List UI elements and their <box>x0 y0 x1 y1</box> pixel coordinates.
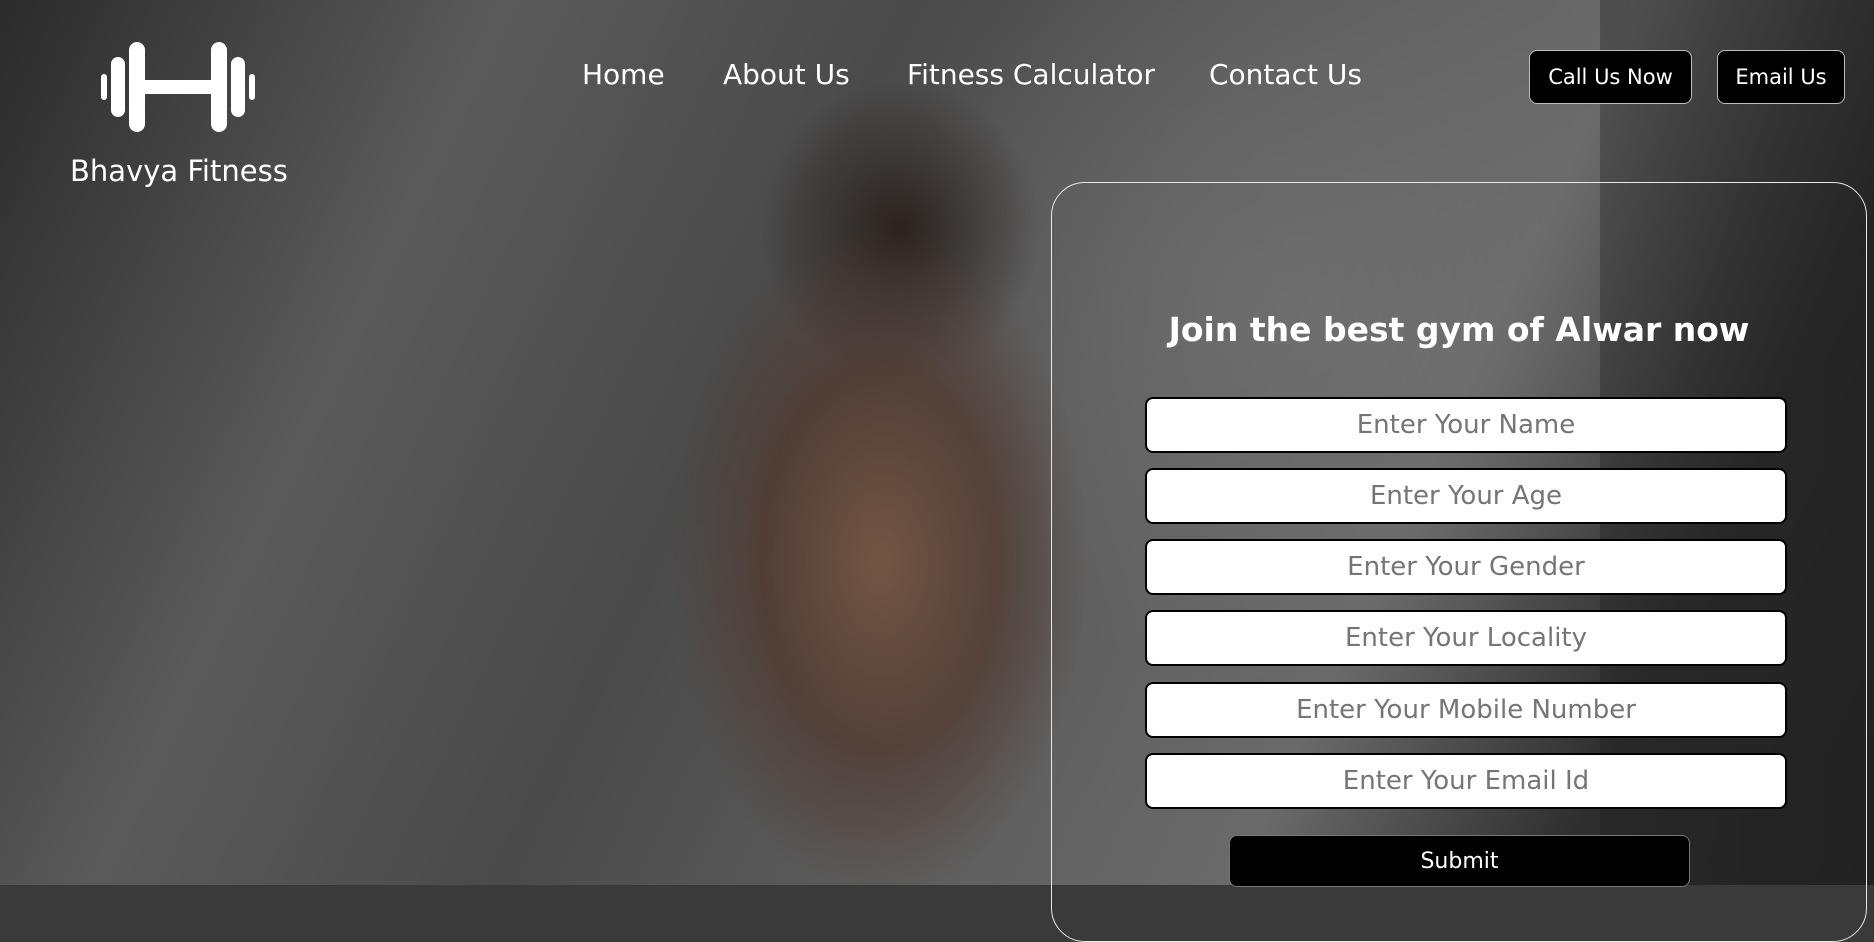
call-us-now-button[interactable]: Call Us Now <box>1529 50 1692 104</box>
gender-input[interactable] <box>1145 539 1787 595</box>
name-input[interactable] <box>1145 397 1787 453</box>
age-input[interactable] <box>1145 468 1787 524</box>
locality-input[interactable] <box>1145 610 1787 666</box>
mobile-number-input[interactable] <box>1145 682 1787 738</box>
email-us-button[interactable]: Email Us <box>1717 50 1845 104</box>
nav-link-contact-us[interactable]: Contact Us <box>1209 58 1362 91</box>
submit-button[interactable]: Submit <box>1229 835 1690 887</box>
email-id-input[interactable] <box>1145 753 1787 809</box>
nav-link-home[interactable]: Home <box>582 58 665 91</box>
brand-name: Bhavya Fitness <box>70 154 288 188</box>
nav-link-about-us[interactable]: About Us <box>723 58 850 91</box>
form-title: Join the best gym of Alwar now <box>1168 310 1750 349</box>
nav-link-fitness-calculator[interactable]: Fitness Calculator <box>907 58 1155 91</box>
